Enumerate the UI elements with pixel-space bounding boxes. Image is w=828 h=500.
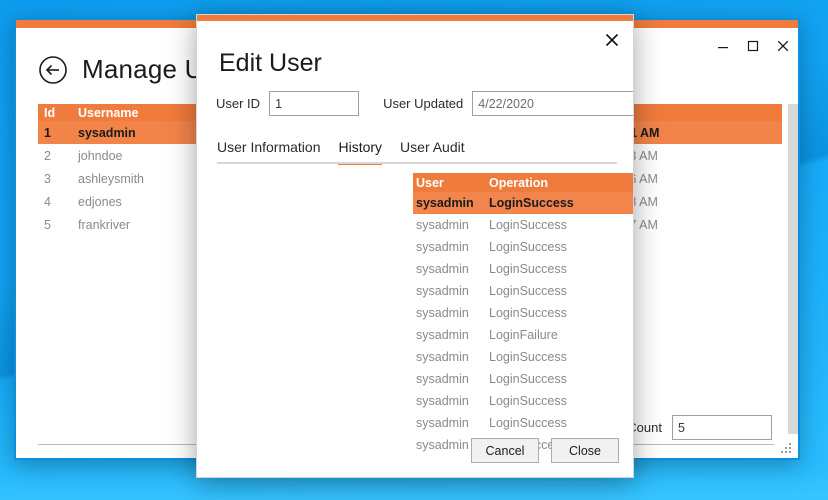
cell-user: sysadmin — [416, 262, 469, 276]
table-row[interactable]: sysadmin LoginSuccess 4/29/2020 (9:22 PM… — [413, 258, 633, 280]
cell-username: ashleysmith — [78, 171, 144, 186]
cell-user: sysadmin — [416, 328, 469, 342]
table-row[interactable]: sysadmin LoginSuccess 4/29/2020 (7:58 PM… — [413, 302, 633, 324]
cell-operation: LoginSuccess — [489, 218, 567, 232]
cell-user: sysadmin — [416, 284, 469, 298]
cell-time: 9:46 AM — [612, 171, 658, 186]
cell-operation: LoginSuccess — [489, 394, 567, 408]
count-input[interactable] — [672, 415, 772, 440]
cell-id: 2 — [44, 148, 51, 163]
cell-time: 0:28 AM — [612, 194, 658, 209]
user-updated-label: User Updated — [383, 96, 464, 111]
cell-operation: LoginFailure — [489, 328, 558, 342]
cell-username: johndoe — [78, 148, 123, 163]
cell-operation: LoginSuccess — [489, 240, 567, 254]
cell-user: sysadmin — [416, 196, 474, 210]
cell-time: 5:31 AM — [612, 125, 660, 140]
cell-user: sysadmin — [416, 350, 469, 364]
tabs-underline — [217, 162, 617, 164]
cell-id: 1 — [44, 125, 51, 140]
table-row[interactable]: sysadmin LoginSuccess 4/28/2020 (10:29 A… — [413, 368, 633, 390]
resize-grip-icon[interactable] — [781, 442, 793, 454]
dialog-accent-bar — [197, 15, 633, 21]
cell-user: sysadmin — [416, 394, 469, 408]
back-circle-arrow-icon[interactable] — [38, 55, 68, 85]
cell-operation: LoginSuccess — [489, 350, 567, 364]
column-header-operation[interactable]: Operation — [489, 176, 633, 190]
count-area: Count — [627, 415, 772, 440]
cell-id: 4 — [44, 194, 51, 209]
table-row[interactable]: sysadmin LoginSuccess 4/30/2020 (8:55 AM… — [413, 214, 633, 236]
column-header-user[interactable]: User — [413, 176, 489, 190]
cell-operation: LoginSuccess — [489, 196, 574, 210]
table-row[interactable]: sysadmin LoginSuccess 4/28/2020 (9:58 AM… — [413, 390, 633, 412]
table-row[interactable]: sysadmin LoginSuccess 4/24/2020 (9:20 AM… — [413, 412, 633, 434]
cell-user: sysadmin — [416, 218, 469, 232]
maximize-icon[interactable] — [738, 31, 768, 61]
column-header-id[interactable]: Id — [38, 106, 78, 120]
table-row[interactable]: sysadmin LoginSuccess 4/30/2020 (7:31 AM… — [413, 236, 633, 258]
cell-operation: LoginSuccess — [489, 416, 567, 430]
cell-username: frankriver — [78, 217, 131, 232]
users-grid-scrollbar-thumb[interactable] — [788, 104, 798, 434]
table-row[interactable]: sysadmin LoginFailure 4/29/2020 (7:58 PM… — [413, 324, 633, 346]
user-updated-input[interactable] — [472, 91, 633, 116]
table-row[interactable]: sysadmin LoginSuccess 4/29/2020 (8:10 PM… — [413, 280, 633, 302]
close-icon[interactable] — [599, 27, 625, 53]
minimize-icon[interactable] — [708, 31, 738, 61]
cell-user: sysadmin — [416, 240, 469, 254]
users-grid-scrollbar[interactable] — [788, 104, 798, 434]
cell-operation: LoginSuccess — [489, 284, 567, 298]
cell-id: 3 — [44, 171, 51, 186]
user-id-label: User ID — [216, 96, 261, 111]
cell-operation: LoginSuccess — [489, 306, 567, 320]
column-header-username[interactable]: Username — [78, 106, 208, 120]
history-grid: User Operation Date sysadmin LoginSucces… — [413, 173, 633, 457]
table-row[interactable]: sysadmin LoginSuccess 4/29/2020 (7:47 PM… — [413, 346, 633, 368]
dialog-title: Edit User — [219, 49, 322, 77]
cell-user: sysadmin — [416, 306, 469, 320]
edit-user-dialog: Edit User User ID User Updated User Info… — [196, 14, 634, 478]
cell-id: 5 — [44, 217, 51, 232]
cell-time: 9:33 AM — [612, 148, 658, 163]
close-icon[interactable] — [768, 31, 798, 61]
cell-operation: LoginSuccess — [489, 262, 567, 276]
cancel-button[interactable]: Cancel — [471, 438, 539, 463]
cell-user: sysadmin — [416, 372, 469, 386]
history-grid-header: User Operation Date — [413, 173, 633, 192]
cell-username: edjones — [78, 194, 122, 209]
close-button[interactable]: Close — [551, 438, 619, 463]
cell-username: sysadmin — [78, 125, 136, 140]
dialog-fields: User ID User Updated — [216, 91, 633, 116]
cell-user: sysadmin — [416, 416, 469, 430]
table-row[interactable]: sysadmin LoginSuccess 5/17/2020 (2:33 PM… — [413, 192, 633, 214]
cell-operation: LoginSuccess — [489, 372, 567, 386]
cell-time: 1:07 AM — [612, 217, 658, 232]
dialog-buttons: Cancel Close — [471, 438, 619, 463]
user-id-input[interactable] — [269, 91, 360, 116]
window-controls — [708, 28, 798, 64]
